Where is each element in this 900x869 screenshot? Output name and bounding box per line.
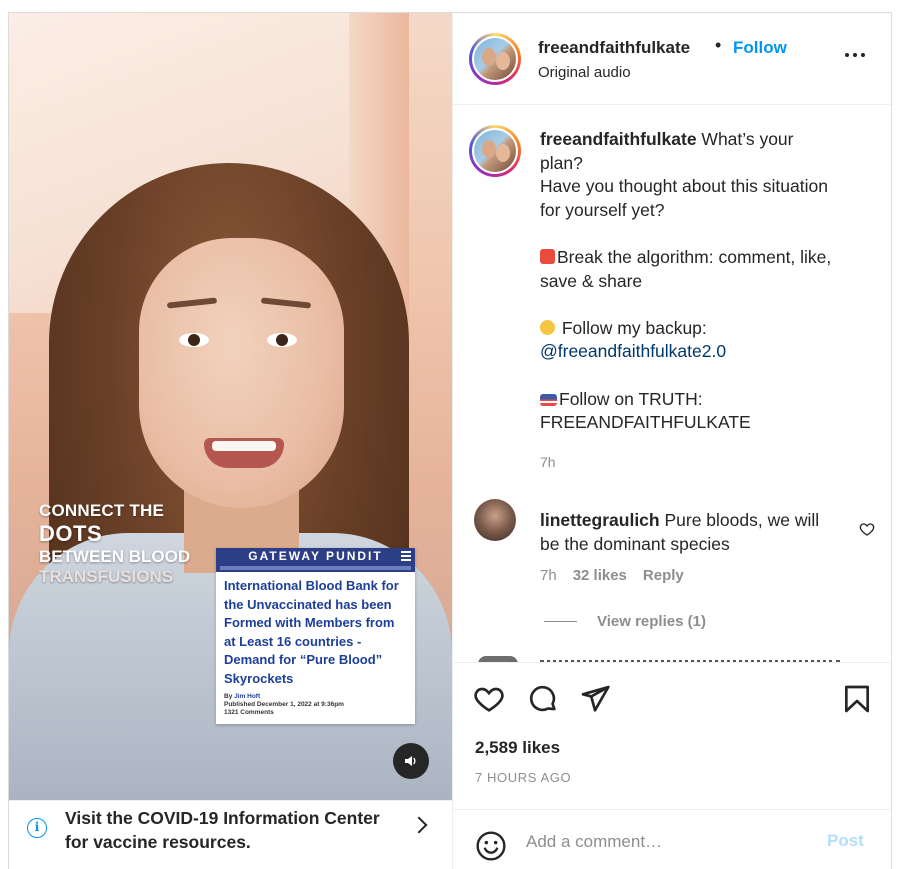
comment-input[interactable] [526, 830, 806, 854]
emoji-picker-icon[interactable] [475, 830, 507, 862]
covid-info-text: Visit the COVID-19 Information Center fo… [65, 808, 380, 852]
eye-left [179, 333, 209, 347]
comment-heart-icon[interactable] [859, 521, 875, 537]
info-icon: i [27, 818, 47, 838]
chevron-right-icon [410, 816, 428, 834]
article-masthead: GATEWAY PUNDIT [216, 548, 415, 572]
speaker-icon [405, 756, 416, 766]
us-flag-emoji-icon [540, 393, 557, 406]
comment-likes[interactable]: 32 likes [573, 567, 627, 584]
view-replies-button[interactable]: View replies (1) [544, 613, 706, 630]
comment-icon[interactable] [527, 683, 559, 715]
covid-info-banner[interactable]: i Visit the COVID-19 Information Center … [9, 800, 452, 869]
likes-count[interactable]: 2,589 likes [475, 738, 560, 758]
siren-emoji-icon [540, 248, 555, 264]
comment-text: linettegraulich Pure bloods, we will be … [540, 510, 820, 554]
commenter-avatar[interactable] [474, 499, 516, 541]
post-sidebar: freeandfaithfulkate • Follow Original au… [452, 13, 893, 869]
reply-button[interactable]: Reply [643, 567, 684, 584]
save-bookmark-icon[interactable] [841, 683, 873, 715]
post-header: freeandfaithfulkate • Follow Original au… [453, 13, 893, 105]
share-icon[interactable] [579, 683, 611, 715]
video-player[interactable]: CONNECT THE DOTS BETWEEN BLOOD TRANSFUSI… [9, 13, 452, 800]
comment-meta: 7h 32 likes Reply [540, 567, 684, 584]
commenter-username[interactable]: linettegraulich [540, 510, 660, 530]
caption-text: freeandfaithfulkate What’s your plan? Ha… [540, 129, 832, 433]
post-time-ago: 7 HOURS AGO [475, 770, 572, 785]
video-overlay-text: CONNECT THE DOTS BETWEEN BLOOD TRANSFUSI… [39, 501, 191, 586]
caption-timestamp: 7h [540, 454, 556, 470]
backup-account-mention[interactable]: @freeandfaithfulkate2.0 [540, 341, 726, 361]
caption-username[interactable]: freeandfaithfulkate [540, 129, 697, 149]
article-byline: By Jim Hoft Published December 1, 2022 a… [224, 692, 344, 716]
mute-button[interactable] [393, 743, 429, 779]
menu-icon [401, 551, 411, 561]
comments-list[interactable]: freeandfaithfulkate What’s your plan? Ha… [453, 105, 893, 662]
comment-timestamp: 7h [540, 567, 557, 584]
eye-right [267, 333, 297, 347]
frowning-emoji-icon [540, 319, 555, 335]
article-screenshot: GATEWAY PUNDIT International Blood Bank … [216, 548, 415, 724]
author-avatar[interactable] [469, 33, 521, 85]
article-title: International Blood Bank for the Unvacci… [224, 578, 399, 686]
author-username[interactable]: freeandfaithfulkate [538, 38, 690, 58]
post-comment-button[interactable]: Post [827, 831, 864, 851]
post-dialog: CONNECT THE DOTS BETWEEN BLOOD TRANSFUSI… [8, 12, 893, 869]
audio-link[interactable]: Original audio [538, 64, 631, 81]
follow-button[interactable]: Follow [733, 38, 787, 58]
more-options-icon[interactable] [845, 53, 865, 57]
person-face [139, 238, 344, 508]
caption-avatar[interactable] [469, 125, 521, 177]
add-comment-bar: Post [453, 809, 893, 869]
action-bar [453, 662, 893, 808]
heart-icon[interactable] [473, 683, 505, 715]
mouth [204, 438, 284, 468]
